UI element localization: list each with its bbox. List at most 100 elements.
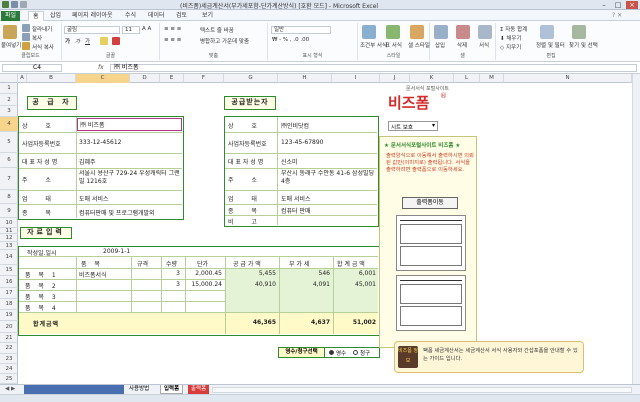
row-header[interactable]: 22 <box>0 343 18 354</box>
row-header[interactable]: 14 <box>0 250 18 265</box>
insert-cells-icon[interactable] <box>434 25 448 39</box>
receiver-item-cell[interactable]: 컴퓨터 판매 <box>281 206 311 215</box>
insert-cells-button[interactable]: 삽입 <box>435 41 445 49</box>
row-header[interactable]: 17 <box>0 288 18 299</box>
worksheet[interactable]: 공 급 자 공급받는자 상 호 사업자등록번호 대 표 자 성 명 주 소 업 … <box>18 83 632 384</box>
delete-cells-icon[interactable] <box>456 25 470 39</box>
name-box[interactable]: C4 <box>2 64 62 72</box>
cell-style-icon[interactable] <box>410 25 424 39</box>
fx-icon[interactable]: fx <box>98 64 104 71</box>
column-header[interactable]: F <box>184 74 224 83</box>
column-header[interactable]: L <box>454 74 480 83</box>
sheet-tab-hidden[interactable] <box>24 385 124 394</box>
row-header[interactable]: 4 <box>0 117 18 132</box>
wrap-text-button[interactable]: 텍스트 줄 바꿈 <box>200 26 234 34</box>
cut-icon[interactable] <box>22 24 30 32</box>
format-cells-button[interactable]: 서식 <box>479 41 489 49</box>
row-header[interactable]: 16 <box>0 276 18 288</box>
row-header[interactable]: 21 <box>0 333 18 343</box>
row-header[interactable]: 15 <box>0 265 18 276</box>
sheet-nav-icon[interactable]: ◀ ▶ <box>2 385 18 394</box>
column-header[interactable]: H <box>278 74 332 83</box>
conditional-format-icon[interactable] <box>362 25 376 39</box>
find-select-icon[interactable] <box>572 25 586 39</box>
row-header[interactable]: 5 <box>0 132 18 153</box>
save-icon[interactable] <box>11 1 18 8</box>
receipt-radio[interactable] <box>329 350 334 355</box>
row-header[interactable]: 3 <box>0 106 18 117</box>
fill-color-icon[interactable] <box>100 37 108 45</box>
align-top-icon[interactable]: ≡ ≡ ≡ <box>164 26 181 32</box>
column-header[interactable]: J <box>380 74 410 83</box>
row-header[interactable]: 9 <box>0 204 18 218</box>
help-icon[interactable]: ? ✕ <box>612 11 622 21</box>
supplier-reg-cell[interactable]: 333-12-45612 <box>79 139 122 146</box>
supplier-name-cell[interactable]: ㈜ 비즈폼 <box>77 118 182 131</box>
sheet-protect-dropdown[interactable]: 시트 보호 ▾ <box>388 121 438 131</box>
supplier-item-cell[interactable]: 컴퓨터판매 및 프로그램개발외 <box>79 208 155 217</box>
column-header[interactable]: I <box>332 74 380 83</box>
cell-style-button[interactable]: 셀 스타일 <box>408 41 430 49</box>
date-value-cell[interactable]: 2009-1-1 <box>103 248 130 255</box>
maximize-icon[interactable]: □ <box>612 1 624 9</box>
minimize-icon[interactable]: – <box>598 1 610 9</box>
format-painter-button[interactable]: 서식 복사 <box>32 43 54 51</box>
sort-filter-icon[interactable] <box>540 25 554 39</box>
close-icon[interactable]: × <box>626 1 638 9</box>
find-select-button[interactable]: 찾기 및 선택 <box>569 41 598 49</box>
row-header[interactable]: 20 <box>0 321 18 333</box>
tab-review[interactable]: 검토 <box>176 11 187 21</box>
tab-file[interactable]: 파일 <box>1 11 21 21</box>
horizontal-scrollbar[interactable] <box>212 387 632 393</box>
row-header[interactable]: 19 <box>0 310 18 321</box>
column-header[interactable]: E <box>160 74 184 83</box>
column-header[interactable]: C <box>76 74 130 83</box>
price-cell[interactable]: 2,000.45 <box>186 270 222 277</box>
receiver-address-cell[interactable]: 부산시 동래구 수안동 41-6 삼성빌딩 4층 <box>281 170 377 186</box>
tab-page-layout[interactable]: 페이지 레이아웃 <box>72 11 113 21</box>
row-header[interactable]: 18 <box>0 299 18 310</box>
number-format-select[interactable]: 일반 <box>271 26 331 34</box>
sheet-tab[interactable]: 사용방법 <box>126 385 152 394</box>
column-header[interactable]: G <box>224 74 278 83</box>
tab-insert[interactable]: 삽입 <box>50 11 61 21</box>
sort-filter-button[interactable]: 정렬 및 필터 <box>536 41 565 49</box>
paste-icon[interactable] <box>3 25 17 39</box>
format-cells-icon[interactable] <box>478 25 492 39</box>
sheet-tab[interactable]: 출력폼 <box>188 385 210 394</box>
row-header[interactable]: 8 <box>0 190 18 204</box>
conditional-format-button[interactable]: 조건부 서식 <box>360 41 387 49</box>
clear-button[interactable]: ◇ 지우기 <box>500 43 521 51</box>
receiver-reg-cell[interactable]: 123-45-67890 <box>281 139 324 146</box>
tab-view[interactable]: 보기 <box>202 11 213 21</box>
column-header[interactable]: K <box>410 74 454 83</box>
formula-input[interactable]: ㈜ 비즈폼 <box>110 64 637 72</box>
row-header[interactable]: 12 <box>0 234 18 242</box>
undo-icon[interactable] <box>20 1 27 8</box>
tab-data[interactable]: 데이터 <box>148 11 165 21</box>
fill-button[interactable]: ⬇ 채우기 <box>500 34 522 42</box>
go-print-form-button[interactable]: 출력폼이동 <box>402 197 458 209</box>
copy-button[interactable]: 복사 <box>32 34 42 42</box>
table-format-button[interactable]: 표 서식 <box>385 41 402 49</box>
supplier-address-cell[interactable]: 서울시 용산구 729-24 우성캐릭터 그랜빌 1216호 <box>79 170 183 186</box>
row-header[interactable]: 1 <box>0 83 18 94</box>
vertical-scrollbar[interactable] <box>632 74 640 384</box>
column-header[interactable]: M <box>480 74 504 83</box>
claim-radio[interactable] <box>353 350 358 355</box>
font-grow-icon[interactable]: A A <box>142 26 151 32</box>
row-header[interactable]: 25 <box>0 374 18 384</box>
format-painter-icon[interactable] <box>22 42 30 50</box>
font-name-select[interactable]: 굴림 <box>64 26 120 34</box>
currency-icon[interactable]: ₩ - % , .0 .00 <box>272 37 309 43</box>
qty-cell[interactable]: 3 <box>162 270 180 277</box>
bold-icon[interactable]: 가 <box>65 37 70 45</box>
table-format-icon[interactable] <box>386 25 400 39</box>
select-all[interactable] <box>0 74 18 83</box>
column-header[interactable]: N <box>504 74 632 83</box>
autosum-button[interactable]: Σ 자동 합계 <box>500 25 527 33</box>
qty-cell[interactable]: 3 <box>162 281 180 288</box>
price-cell[interactable]: 15,000.24 <box>186 281 222 288</box>
row-header[interactable]: 6 <box>0 153 18 168</box>
delete-cells-button[interactable]: 삭제 <box>457 41 467 49</box>
